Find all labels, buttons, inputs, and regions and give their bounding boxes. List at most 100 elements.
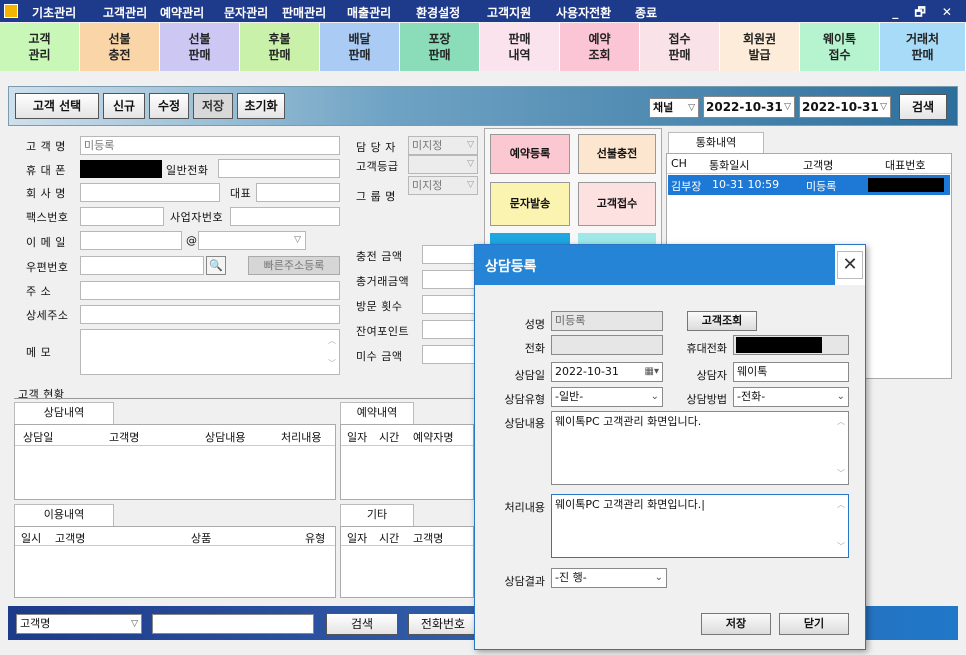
menu-basic[interactable]: 기초관리 [32,4,76,21]
tile-9[interactable]: 회원권 발급 [720,23,800,71]
menu-switch-user[interactable]: 사용자전환 [556,4,611,21]
address-detail-input[interactable] [80,305,340,324]
group-select[interactable]: 미지정 ▽ [408,176,478,195]
visit-input[interactable] [422,295,478,314]
consult-register-dialog: 상담등록 ✕ 성명 미등록 고객조회 전화 휴대전화 상담일 2022-10-3… [474,244,866,650]
scroll-up-icon: ︿ [837,500,845,509]
menu-revenue[interactable]: 매출관리 [347,4,391,21]
dlg-phone-input[interactable] [551,335,663,355]
customer-lookup-button[interactable]: 고객조회 [687,311,757,331]
manager-select[interactable]: 미지정 ▽ [408,136,478,155]
email-user-input[interactable] [80,231,182,250]
charge-label: 충전 금액 [356,250,403,263]
customer-select-button[interactable]: 고객 선택 [15,93,99,119]
edit-button[interactable]: 수정 [149,93,189,119]
bottom-search-input[interactable] [152,614,314,634]
dlg-mobile-label: 휴대전화 [686,342,727,355]
dlg-close-button[interactable]: 닫기 [779,613,849,635]
save-button[interactable]: 저장 [193,93,233,119]
channel-select[interactable]: 채널 ▽ [649,98,699,118]
bottom-field-select[interactable]: 고객명 ▽ [16,614,142,634]
phone-label: 일반전화 [166,164,209,177]
dlg-process-textarea[interactable]: 웨이톡PC 고객관리 화면입니다.| ︿ ﹀ [551,494,849,558]
search-button[interactable]: 검색 [899,94,947,120]
email-domain-select[interactable]: ▽ [198,231,306,250]
dlg-result-select[interactable]: -진 행- ⌄ [551,568,667,588]
table-row[interactable]: 김부장 10-31 10:59 미등록 [668,175,950,195]
chevron-down-icon: ▽ [467,180,474,190]
prepaid-charge-button[interactable]: 선불충전 [578,134,656,174]
name-label: 고 객 명 [26,140,66,153]
zip-input[interactable] [80,256,204,275]
dlg-mobile-input[interactable] [733,335,849,355]
tile-4[interactable]: 배달 판매 [320,23,400,71]
tile-0[interactable]: 고객 관리 [0,23,80,71]
address-input[interactable] [80,281,340,300]
manager-label: 담 당 자 [356,141,396,154]
dlg-name-input[interactable]: 미등록 [551,311,663,331]
points-input[interactable] [422,320,478,339]
tile-2[interactable]: 선불 판매 [160,23,240,71]
menu-reservation[interactable]: 예약관리 [160,4,204,21]
total-input[interactable] [422,270,478,289]
dlg-save-button[interactable]: 저장 [701,613,771,635]
charge-input[interactable] [422,245,478,264]
reserve-button[interactable]: 예약등록 [490,134,570,174]
menu-customer[interactable]: 고객관리 [103,4,147,21]
tab-usage-history[interactable]: 이용내역 [14,504,114,526]
date-to-input[interactable]: 2022-10-31 ▽ [799,96,891,118]
new-button[interactable]: 신규 [103,93,145,119]
dlg-agent-input[interactable]: 웨이톡 [733,362,849,382]
address-label: 주 소 [26,285,52,298]
visit-label: 방문 횟수 [356,300,403,313]
tile-8[interactable]: 접수 판매 [640,23,720,71]
menu-sales[interactable]: 판매관리 [282,4,326,21]
customer-receipt-button[interactable]: 고객접수 [578,182,656,226]
tile-6[interactable]: 판매 내역 [480,23,560,71]
search-icon[interactable]: 🔍 [206,256,226,275]
dlg-name-label: 성명 [524,318,545,331]
date-from-input[interactable]: 2022-10-31 ▽ [703,96,795,118]
calendar-icon[interactable]: ▦▾ [645,363,659,381]
tile-10[interactable]: 웨이톡 접수 [800,23,880,71]
mobile-redacted [80,160,162,178]
menu-settings[interactable]: 환경설정 [416,4,460,21]
bizno-input[interactable] [230,207,340,226]
window-controls[interactable]: _ 🗗 ✕ [892,3,958,24]
tile-1[interactable]: 선불 충전 [80,23,160,71]
usage-table: 일시 고객명 상품 유형 [14,526,336,598]
tile-3[interactable]: 후불 판매 [240,23,320,71]
memo-textarea[interactable]: ︿ ﹀ [80,329,340,375]
dlg-date-input[interactable]: 2022-10-31 ▦▾ [551,362,663,382]
dlg-type-label: 상담유형 [504,393,545,406]
name-input[interactable]: 미등록 [80,136,340,155]
bottom-search-button[interactable]: 검색 [326,613,398,635]
tab-etc[interactable]: 기타 [340,504,414,526]
dlg-method-select[interactable]: -전화- ⌄ [733,387,849,407]
tab-reserve-history[interactable]: 예약내역 [340,402,414,424]
ceo-input[interactable] [256,183,340,202]
bizno-label: 사업자번호 [170,211,224,224]
chevron-down-icon: ▽ [131,619,138,629]
dlg-type-select[interactable]: -일반- ⌄ [551,387,663,407]
menu-sms[interactable]: 문자관리 [224,4,268,21]
close-icon[interactable]: ✕ [837,251,863,279]
sms-button[interactable]: 문자발송 [490,182,570,226]
reset-button[interactable]: 초기화 [237,93,285,119]
menu-support[interactable]: 고객지원 [487,4,531,21]
dlg-content-textarea[interactable]: 웨이톡PC 고객관리 화면입니다. ︿ ﹀ [551,411,849,485]
tab-call-history[interactable]: 통화내역 [668,132,764,154]
tab-consult-history[interactable]: 상담내역 [14,402,114,424]
tile-7[interactable]: 예약 조회 [560,23,640,71]
quick-address-button[interactable]: 빠른주소등록 [248,256,340,275]
bottom-phone-button[interactable]: 전화번호 [408,613,478,635]
phone-input[interactable] [218,159,340,178]
tile-11[interactable]: 거래처 판매 [880,23,966,71]
chevron-down-icon: ▽ [467,140,474,150]
grade-select[interactable]: ▽ [408,155,478,174]
unpaid-input[interactable] [422,345,478,364]
company-input[interactable] [80,183,220,202]
fax-input[interactable] [80,207,164,226]
menu-exit[interactable]: 종료 [635,4,657,21]
tile-5[interactable]: 포장 판매 [400,23,480,71]
